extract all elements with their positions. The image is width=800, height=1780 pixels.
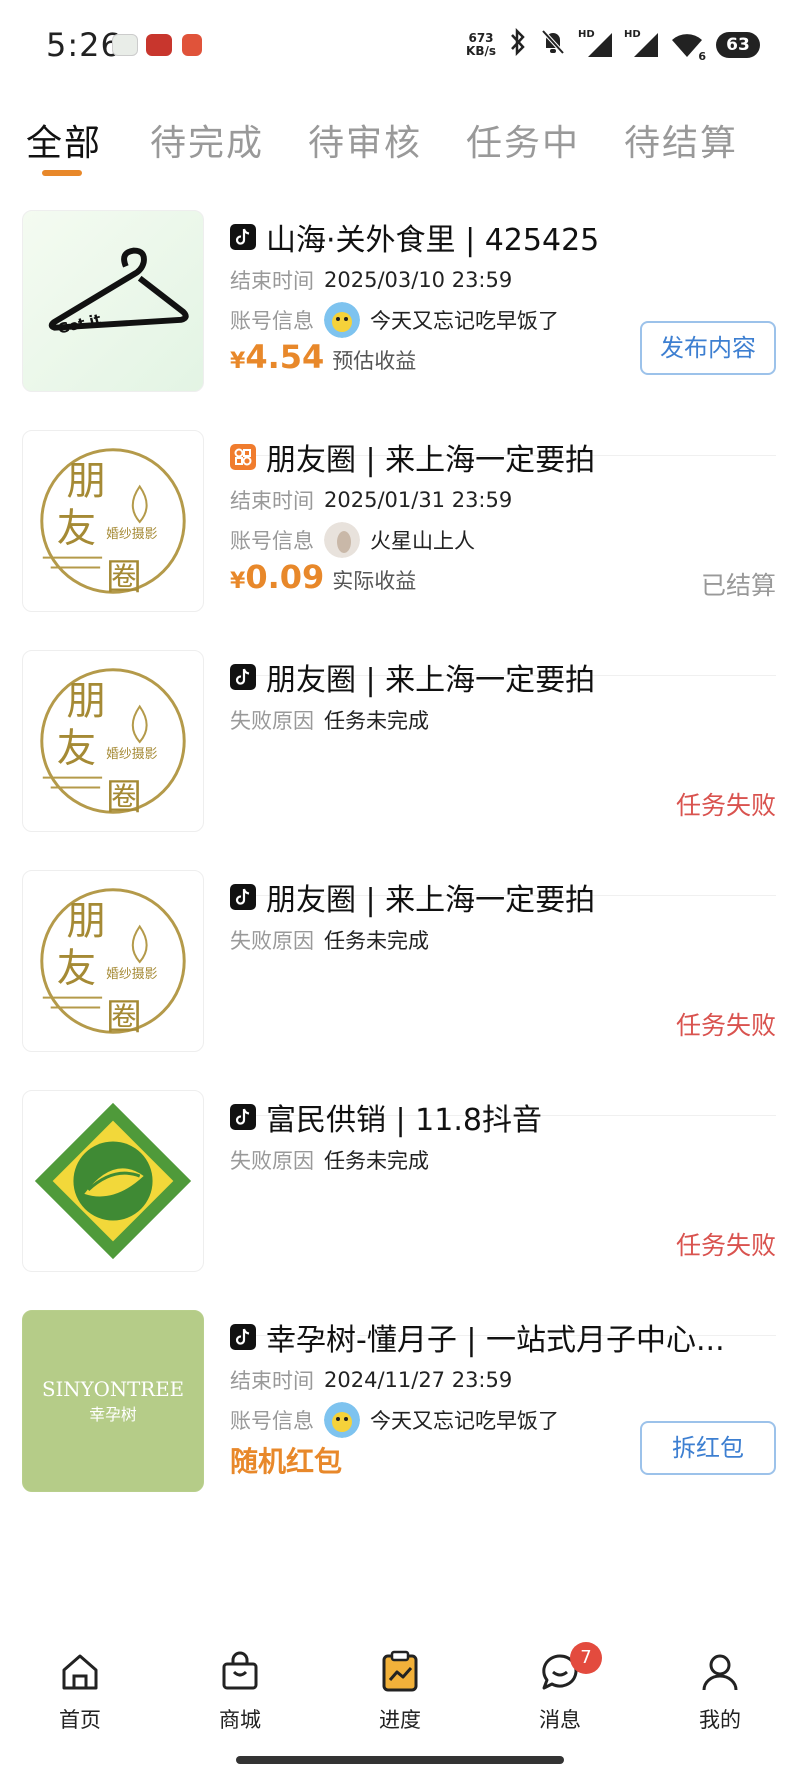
end-time-row: 结束时间 2025/03/10 23:59 (230, 268, 513, 293)
svg-text:婚纱摄影: 婚纱摄影 (106, 527, 158, 542)
svg-text:朋: 朋 (67, 678, 107, 724)
svg-text:圈: 圈 (106, 777, 142, 818)
task-title[interactable]: 山海·关外食里 | 425425 (266, 215, 599, 259)
status-bar: 5:26 673 KB/s HD HD 6 63 (0, 0, 800, 96)
task-card[interactable]: 朋 友 圈 婚纱摄影 朋友圈 | 来上海一定要拍 失败原因 任务未完成 任务失败 (0, 868, 800, 1116)
open-red-packet-button[interactable]: 拆红包 (640, 1421, 776, 1475)
end-time-row: 结束时间 2025/01/31 23:59 (230, 488, 513, 513)
douyin-icon (230, 1324, 256, 1350)
wedding-photo-logo: 朋 友 圈 婚纱摄影 (40, 888, 186, 1038)
status-badge: 任务失败 (675, 1231, 776, 1260)
task-card[interactable]: 富民供销 | 11.8抖音 失败原因 任务未完成 任务失败 (0, 1088, 800, 1336)
task-title[interactable]: 朋友圈 | 来上海一定要拍 (266, 875, 595, 919)
battery-indicator: 63 (716, 32, 760, 58)
earning-row: ¥4.54 预估收益 (230, 338, 417, 376)
moments-icon (230, 444, 256, 470)
tab-under-review[interactable]: 待审核 (308, 114, 422, 166)
wifi-icon: 6 (670, 31, 706, 63)
nav-profile[interactable]: 我的 (660, 1650, 780, 1734)
task-thumbnail: 朋 友 圈 婚纱摄影 (22, 430, 204, 612)
tab-all[interactable]: 全部 (26, 114, 102, 166)
shopping-bag-icon (222, 1651, 258, 1690)
random-red-packet-label: 随机红包 (230, 1445, 343, 1478)
svg-text:幸孕树: 幸孕树 (89, 1405, 137, 1424)
task-thumbnail: 朋 友 圈 婚纱摄影 (22, 870, 204, 1052)
svg-text:友: 友 (57, 946, 97, 992)
mute-bell-icon (540, 28, 566, 62)
end-time-row: 结束时间 2024/11/27 23:59 (230, 1368, 513, 1393)
task-title[interactable]: 朋友圈 | 来上海一定要拍 (266, 655, 595, 699)
douyin-icon (230, 884, 256, 910)
svg-text:朋: 朋 (67, 458, 107, 504)
task-title[interactable]: 朋友圈 | 来上海一定要拍 (266, 435, 595, 479)
failure-reason-row: 失败原因 任务未完成 (230, 929, 429, 953)
status-time: 5:26 (46, 26, 122, 64)
status-badge: 任务失败 (675, 1011, 776, 1040)
home-indicator[interactable] (236, 1756, 564, 1764)
status-badge: 已结算 (700, 571, 776, 600)
earning-row: ¥0.09 实际收益 (230, 558, 417, 596)
tab-pending-settlement[interactable]: 待结算 (624, 114, 738, 166)
failure-reason-row: 失败原因 任务未完成 (230, 1149, 429, 1173)
task-card[interactable]: SINYONTREE 幸孕树 幸孕树-懂月子 | 一站式月子中心... 结束时间… (0, 1308, 800, 1556)
earning-amount: ¥0.09 (230, 558, 325, 596)
wedding-photo-logo: 朋 友 圈 婚纱摄影 (40, 668, 186, 818)
tab-in-progress[interactable]: 任务中 (466, 114, 580, 166)
supply-coop-logo (34, 1102, 192, 1260)
svg-text:婚纱摄影: 婚纱摄影 (106, 967, 158, 982)
douyin-icon (230, 664, 256, 690)
progress-icon (382, 1650, 418, 1692)
douyin-icon (230, 224, 256, 250)
signal-icon: HD (578, 29, 612, 59)
avatar (324, 1402, 360, 1438)
svg-text:SINYONTREE: SINYONTREE (42, 1378, 184, 1401)
account-info-row: 账号信息 火星山上人 (230, 520, 475, 560)
avatar (324, 302, 360, 338)
account-info-row: 账号信息 今天又忘记吃早饭了 (230, 1400, 559, 1440)
task-card[interactable]: 朋 友 圈 婚纱摄影 朋友圈 | 来上海一定要拍 失败原因 任务未完成 任务失败 (0, 648, 800, 896)
task-card[interactable]: 朋 友 圈 婚纱摄影 朋友圈 | 来上海一定要拍 结束时间 2025/01/31… (0, 428, 800, 676)
task-card[interactable]: Got it 山海·关外食里 | 425425 结束时间 2025/03/10 … (0, 208, 800, 456)
tab-pending[interactable]: 待完成 (150, 114, 264, 166)
svg-text:朋: 朋 (67, 898, 107, 944)
svg-text:友: 友 (57, 726, 97, 772)
svg-text:圈: 圈 (106, 557, 142, 598)
hanger-logo: Got it (48, 247, 189, 338)
unread-count-badge: 7 (570, 1642, 602, 1674)
svg-text:婚纱摄影: 婚纱摄影 (106, 747, 158, 762)
avatar (324, 522, 360, 558)
nav-home[interactable]: 首页 (20, 1650, 140, 1734)
chat-notification-icon (112, 34, 138, 56)
task-title[interactable]: 富民供销 | 11.8抖音 (266, 1095, 542, 1139)
status-badge: 任务失败 (675, 791, 776, 820)
svg-text:圈: 圈 (106, 997, 142, 1038)
sinyontree-logo: SINYONTREE 幸孕树 (23, 1311, 203, 1491)
failure-reason-row: 失败原因 任务未完成 (230, 709, 429, 733)
task-thumbnail: SINYONTREE 幸孕树 (22, 1310, 204, 1492)
network-speed: 673 KB/s (466, 31, 496, 58)
task-filter-tabs: 全部 待完成 待审核 任务中 待结算 (0, 100, 800, 190)
task-title[interactable]: 幸孕树-懂月子 | 一站式月子中心... (266, 1315, 725, 1359)
app-notification-icon (146, 34, 172, 56)
signal-icon-2: HD (624, 29, 658, 59)
task-thumbnail: 朋 友 圈 婚纱摄影 (22, 650, 204, 832)
task-thumbnail: Got it (22, 210, 204, 392)
task-list[interactable]: Got it 山海·关外食里 | 425425 结束时间 2025/03/10 … (0, 208, 800, 1620)
nav-messages[interactable]: 7 消息 (500, 1642, 620, 1734)
wedding-photo-logo: 朋 友 圈 婚纱摄影 (40, 448, 186, 598)
earning-amount: ¥4.54 (230, 338, 325, 376)
nav-mall[interactable]: 商城 (180, 1650, 300, 1734)
publish-content-button[interactable]: 发布内容 (640, 321, 776, 375)
active-tab-indicator (42, 170, 82, 176)
svg-text:友: 友 (57, 506, 97, 552)
red-packet-notification-icon (182, 34, 202, 56)
douyin-icon (230, 1104, 256, 1130)
bluetooth-icon (508, 27, 528, 62)
profile-icon (702, 1654, 738, 1691)
task-thumbnail (22, 1090, 204, 1272)
home-icon (62, 1654, 98, 1690)
account-info-row: 账号信息 今天又忘记吃早饭了 (230, 300, 559, 340)
nav-progress[interactable]: 进度 (340, 1650, 460, 1734)
